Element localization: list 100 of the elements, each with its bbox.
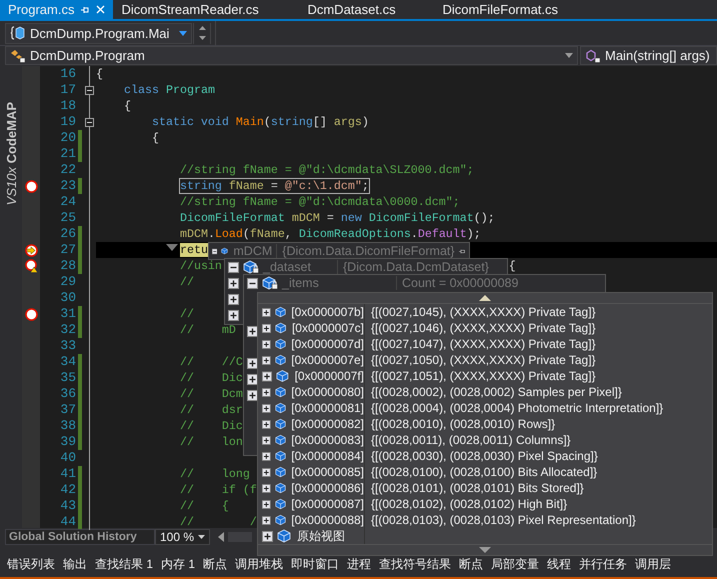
expand-icon[interactable] [228, 294, 239, 304]
item-index: [0x00000080] [291, 385, 364, 399]
tool-window-tab[interactable]: 断点 [199, 556, 232, 572]
code-text: { [96, 67, 103, 81]
file-tab[interactable]: DicomStreamReader.cs [113, 0, 300, 19]
dropdown-icon[interactable] [166, 244, 178, 251]
tool-window-tab[interactable]: 查找结果 1 [91, 556, 158, 572]
expand-icon[interactable] [262, 386, 271, 398]
tool-window-tab[interactable]: 调用堆栈 [231, 556, 288, 572]
line-number: 21 [59, 146, 77, 162]
tool-window-tab[interactable]: 并行任务 [575, 556, 632, 572]
line-number: 37 [59, 402, 77, 418]
expand-icon[interactable] [262, 530, 273, 542]
member-dropdown[interactable]: Main(string[] args) [580, 46, 717, 65]
collapse-icon[interactable] [247, 278, 258, 288]
line-number: 24 [59, 194, 77, 210]
expand-icon[interactable] [262, 338, 271, 350]
expand-icon[interactable] [262, 306, 271, 318]
collapse-icon[interactable] [84, 118, 94, 126]
item-value: {[(0028,0004), (0028,0004) Photometric Interpretation]} [370, 401, 664, 415]
method-icon [585, 48, 601, 62]
line-number: 26 [59, 226, 77, 242]
expand-icon[interactable] [262, 498, 271, 510]
expand-icon[interactable] [262, 354, 271, 366]
object-icon [274, 401, 288, 415]
code-text: // { [180, 499, 229, 513]
pin-icon[interactable] [80, 4, 90, 14]
object-icon [277, 529, 293, 543]
breakpoint-arrow-icon[interactable] [24, 244, 38, 256]
line-number: 22 [59, 162, 77, 178]
tool-window-tab[interactable]: 进程 [343, 556, 376, 572]
file-tab[interactable]: DicomFileFormat.cs [434, 0, 566, 19]
code-text: // / [180, 515, 257, 529]
expand-icon[interactable] [262, 514, 271, 526]
collapse-icon[interactable] [212, 246, 218, 256]
file-tab[interactable]: Program.cs [0, 0, 114, 19]
expand-icon[interactable] [262, 434, 271, 446]
item-index: [0x00000082] [291, 417, 364, 431]
code-text: static void Main(string[] args) [152, 115, 369, 129]
line-number: 35 [59, 370, 77, 386]
expand-icon[interactable] [247, 390, 258, 400]
tool-window-tab[interactable]: 断点 [455, 556, 488, 572]
type-dropdown[interactable]: DcmDump.Program [5, 46, 578, 65]
expand-icon[interactable] [262, 450, 271, 462]
item-index: [0x00000081] [291, 401, 364, 415]
code-text: //usin [180, 259, 222, 273]
tool-window-tab[interactable]: 线程 [543, 556, 576, 572]
code-text: class Program [124, 83, 215, 97]
expand-icon[interactable] [262, 418, 271, 430]
collapse-icon[interactable] [228, 262, 239, 272]
tool-window-tab[interactable]: 即时窗口 [287, 556, 344, 572]
collapse-icon[interactable] [84, 86, 94, 94]
object-icon [274, 385, 288, 399]
expand-icon[interactable] [247, 374, 258, 384]
scroll-up-icon[interactable] [479, 295, 491, 301]
code-text: // long [180, 467, 250, 481]
close-icon[interactable] [96, 5, 106, 14]
file-tab[interactable]: DcmDataset.cs [299, 0, 434, 19]
line-number: 31 [59, 306, 77, 322]
code-text: { [124, 99, 131, 113]
tool-window-tab[interactable]: 局部变量 [487, 556, 544, 572]
line-number: 30 [59, 290, 77, 306]
expand-icon[interactable] [262, 482, 271, 494]
line-number: 25 [59, 210, 77, 226]
scroll-down-icon[interactable] [479, 547, 491, 553]
expand-icon[interactable] [262, 402, 271, 414]
breakpoint-warning-icon[interactable] [24, 259, 38, 273]
tool-window-tab[interactable]: 内存 1 [157, 556, 200, 572]
raw-view-label[interactable]: 原始视图 [297, 528, 345, 544]
object-icon [274, 337, 288, 351]
expand-icon[interactable] [228, 278, 239, 288]
code-text: { [508, 259, 516, 273]
tool-window-tab[interactable]: 输出 [59, 556, 91, 572]
line-number: 34 [59, 354, 77, 370]
object-icon [274, 513, 288, 527]
object-icon [274, 465, 288, 479]
expand-icon[interactable] [247, 326, 258, 336]
caret-icon [179, 30, 187, 36]
tool-window-tab[interactable]: 查找符号结果 [375, 556, 456, 572]
history-search-field[interactable]: Global Solution History [5, 528, 155, 544]
tool-window-tab[interactable]: 错误列表 [3, 556, 59, 572]
object-icon [274, 433, 288, 447]
scroll-left-icon[interactable] [218, 532, 224, 542]
breakpoint-icon[interactable] [24, 308, 38, 320]
breakpoint-icon[interactable] [24, 180, 38, 192]
expand-icon[interactable] [262, 322, 271, 334]
zoom-dropdown[interactable]: 100 % [155, 528, 210, 544]
object-icon [274, 321, 288, 335]
code-text: // lon [180, 435, 243, 449]
item-index: [0x0000007d] [291, 337, 364, 351]
code-text: // Dic [180, 371, 243, 385]
expand-icon[interactable] [262, 466, 271, 478]
expand-icon[interactable] [228, 310, 239, 320]
line-number: 40 [59, 450, 77, 466]
item-index: [0x00000087] [291, 497, 364, 511]
scope-dropdown[interactable]: DcmDump.Program.Mai [5, 22, 192, 44]
expand-icon[interactable] [262, 370, 272, 382]
item-value: {[(0028,0002), (0028,0002) Samples per Pixel]} [370, 385, 622, 399]
expand-icon[interactable] [247, 358, 258, 368]
tool-window-tab[interactable]: 调用层 [631, 556, 676, 572]
